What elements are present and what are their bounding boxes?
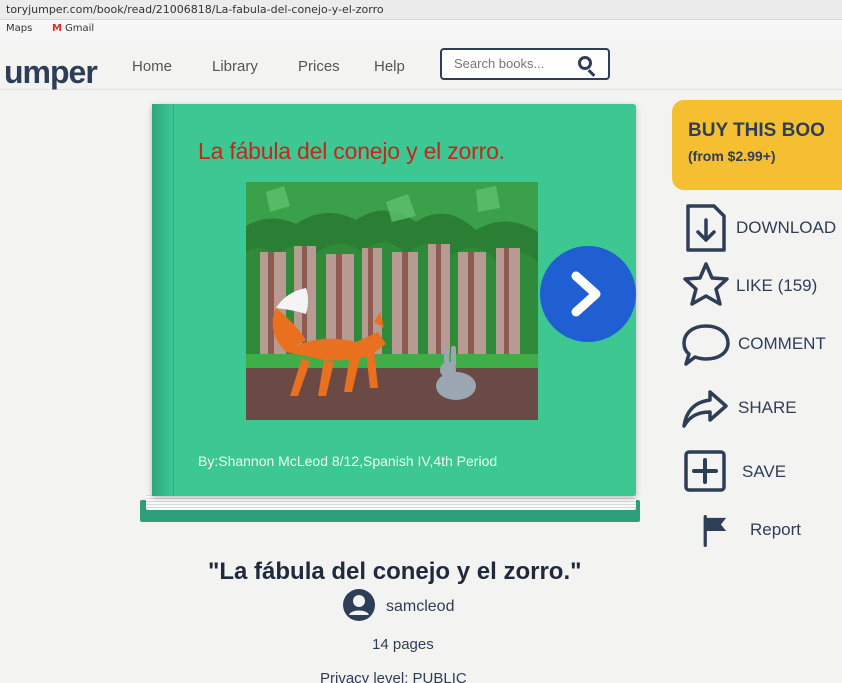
comment-label: COMMENT [738, 334, 826, 353]
book-cover-byline: By:Shannon McLeod 8/12,Spanish IV,4th Pe… [198, 453, 498, 469]
site-logo[interactable]: umper [4, 54, 98, 91]
next-page-button[interactable] [540, 246, 636, 342]
nav-home[interactable]: Home [132, 58, 172, 75]
book-pages-edge [146, 494, 636, 510]
share-label: SHARE [738, 398, 797, 417]
cover-illustration [246, 182, 538, 420]
report-label: Report [750, 520, 802, 539]
share-button[interactable]: SHARE [680, 382, 842, 434]
book-cover-title: La fábula del conejo y el zorro. [198, 138, 505, 164]
buy-this-book-button[interactable]: BUY THIS BOO (from $2.99+) [672, 100, 842, 190]
save-button[interactable]: SAVE [680, 446, 842, 498]
browser-url-bar[interactable]: toryjumper.com/book/read/21006818/La-fab… [0, 0, 842, 20]
download-button[interactable]: DOWNLOAD [680, 202, 842, 254]
screen: toryjumper.com/book/read/21006818/La-fab… [0, 0, 842, 683]
page-count: 14 pages [372, 636, 434, 653]
save-label: SAVE [742, 462, 787, 481]
buy-price: (from $2.99+) [688, 148, 776, 164]
flag-icon [703, 514, 727, 548]
search-icon[interactable] [578, 56, 592, 70]
report-button[interactable]: Report [700, 506, 842, 558]
like-label: LIKE (159) [736, 276, 818, 295]
nav-help[interactable]: Help [374, 58, 405, 75]
search-placeholder: Search books... [454, 56, 545, 71]
bookmark-maps[interactable]: Maps [6, 23, 32, 34]
bookmark-gmail[interactable]: M Gmail [52, 23, 94, 34]
comment-icon [682, 324, 730, 366]
bookmark-gmail-label: Gmail [64, 23, 95, 34]
like-button[interactable]: LIKE (159) [680, 260, 842, 312]
nav-prices[interactable]: Prices [298, 58, 340, 75]
page-title: "La fábula del conejo y el zorro." [208, 558, 582, 585]
add-square-icon [684, 450, 726, 492]
star-icon [683, 262, 729, 306]
privacy-level: Privacy level: PUBLIC [320, 670, 467, 683]
avatar-icon[interactable] [342, 588, 376, 622]
gmail-icon: M [52, 23, 62, 34]
nav-library[interactable]: Library [212, 58, 258, 75]
site-header: umper Home Library Prices Help Search bo… [0, 40, 842, 90]
chevron-right-icon [571, 271, 601, 317]
download-icon [686, 204, 726, 252]
author-link[interactable]: samcleod [386, 598, 454, 616]
share-icon [682, 390, 728, 428]
buy-title: BUY THIS BOO [688, 120, 825, 141]
search-box[interactable]: Search books... [440, 48, 610, 80]
book-spine [152, 104, 174, 496]
url-text[interactable]: toryjumper.com/book/read/21006818/La-fab… [6, 3, 384, 16]
forest-illustration [246, 182, 538, 420]
bookmarks-bar: Maps M Gmail [0, 20, 842, 40]
comment-button[interactable]: COMMENT [680, 318, 842, 370]
download-label: DOWNLOAD [736, 218, 837, 237]
